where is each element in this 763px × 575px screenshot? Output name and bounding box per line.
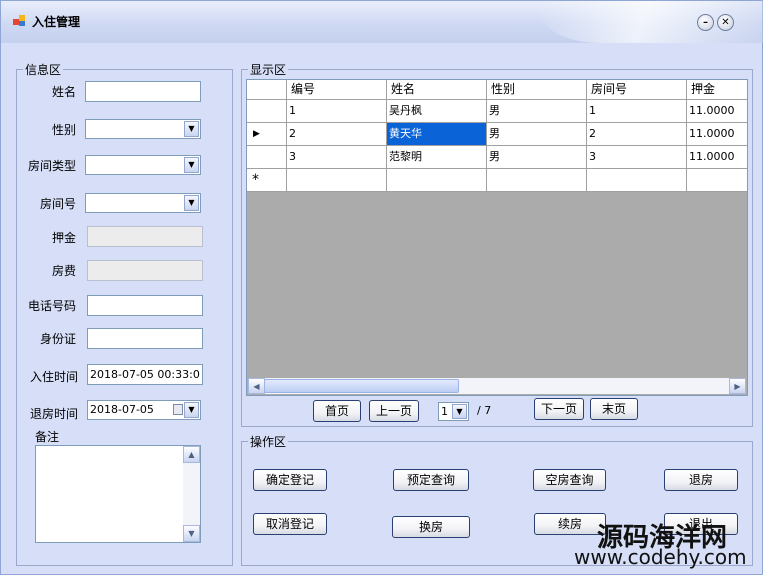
table-row[interactable]: 1 吴丹枫 男 1 11.0000 [247,100,747,123]
first-page-button[interactable]: 首页 [313,400,361,422]
id-card-input[interactable] [87,328,203,349]
checkin-time-label: 入住时间 [29,370,78,384]
checkout-time-label: 退房时间 [29,407,78,421]
cancel-checkin-button[interactable]: 取消登记 [253,513,327,535]
chevron-down-icon[interactable]: ▼ [184,195,199,211]
phone-input[interactable] [87,295,203,316]
checkin-management-window: 入住管理 – ✕ 信息区 姓名 性别 ▼ 房间类型 ▼ 房间号 ▼ 押金 房费 … [0,0,763,575]
room-fee-label: 房费 [51,264,76,278]
next-page-button[interactable]: 下一页 [534,398,584,420]
scroll-down-icon[interactable]: ▼ [183,525,200,542]
new-row[interactable]: * [247,169,747,192]
name-input[interactable] [85,81,201,102]
close-icon[interactable]: ✕ [717,14,734,31]
column-header-name[interactable]: 姓名 [387,80,487,100]
gender-select[interactable]: ▼ [85,119,201,139]
change-room-button[interactable]: 换房 [392,516,470,538]
confirm-checkin-button[interactable]: 确定登记 [253,469,327,491]
page-select-value: 1 [441,405,448,418]
table-row[interactable]: 3 范黎明 男 3 11.0000 [247,146,747,169]
grid-horizontal-scrollbar[interactable]: ◀ ▶ [248,378,746,394]
operations-area-legend: 操作区 [250,435,287,449]
cell-room-number[interactable]: 3 [587,146,687,169]
cell-id[interactable]: 2 [287,123,387,146]
info-area-legend: 信息区 [25,63,62,77]
phone-label: 电话号码 [27,299,76,313]
cell-id[interactable]: 1 [287,100,387,123]
checkout-date-picker[interactable]: 2018-07-05 ▼ [87,400,201,420]
cell-deposit[interactable]: 11.0000 [687,100,747,123]
cell-room-number[interactable]: 1 [587,100,687,123]
cell-gender[interactable]: 男 [487,100,587,123]
chevron-down-icon[interactable]: ▼ [184,402,199,418]
name-label: 姓名 [51,85,76,99]
app-icon [13,15,25,26]
cell-id[interactable]: 3 [287,146,387,169]
scroll-up-icon[interactable]: ▲ [183,446,200,463]
row-header[interactable] [247,146,287,169]
scroll-left-icon[interactable]: ◀ [248,378,265,394]
deposit-label: 押金 [51,231,76,245]
new-cell[interactable] [387,169,487,192]
room-number-label: 房间号 [39,197,76,211]
renew-room-button[interactable]: 续房 [534,513,606,535]
cell-deposit[interactable]: 11.0000 [687,123,747,146]
remark-label: 备注 [35,430,60,444]
cell-name[interactable]: 吴丹枫 [387,100,487,123]
room-type-label: 房间类型 [27,159,76,173]
title-bar[interactable]: 入住管理 – ✕ [1,1,763,43]
chevron-down-icon[interactable]: ▼ [184,157,199,173]
remark-scrollbar[interactable]: ▲ ▼ [183,446,200,542]
chevron-down-icon[interactable]: ▼ [452,404,467,419]
column-header-id[interactable]: 编号 [287,80,387,100]
room-fee-field [87,260,203,281]
column-header-room-number[interactable]: 房间号 [587,80,687,100]
last-page-button[interactable]: 末页 [590,398,638,420]
new-row-icon[interactable]: * [247,169,287,192]
new-cell[interactable] [687,169,747,192]
scroll-right-icon[interactable]: ▶ [729,378,746,394]
records-grid[interactable]: 编号 姓名 性别 房间号 押金 1 吴丹枫 男 1 11.0000 ▶ 2 黄天… [246,79,748,396]
cell-name[interactable]: 范黎明 [387,146,487,169]
prev-page-button[interactable]: 上一页 [369,400,419,422]
current-row-icon[interactable]: ▶ [247,123,287,146]
reservation-query-button[interactable]: 预定查询 [393,469,469,491]
checkout-date-value: 2018-07-05 [90,403,154,416]
room-number-select[interactable]: ▼ [85,193,201,213]
vacant-room-query-button[interactable]: 空房查询 [533,469,606,491]
new-cell[interactable] [287,169,387,192]
table-row[interactable]: ▶ 2 黄天华 男 2 11.0000 [247,123,747,146]
grid-corner-cell [247,80,287,100]
display-area-legend: 显示区 [250,63,287,77]
cell-gender[interactable]: 男 [487,123,587,146]
room-type-select[interactable]: ▼ [85,155,201,175]
new-cell[interactable] [487,169,587,192]
id-card-label: 身份证 [39,332,76,346]
cell-name-selected[interactable]: 黄天华 [387,123,487,146]
cell-deposit[interactable]: 11.0000 [687,146,747,169]
scrollbar-thumb[interactable] [264,379,459,393]
cell-gender[interactable]: 男 [487,146,587,169]
column-header-gender[interactable]: 性别 [487,80,587,100]
cell-room-number[interactable]: 2 [587,123,687,146]
deposit-field [87,226,203,247]
chevron-down-icon[interactable]: ▼ [184,121,199,137]
window-title: 入住管理 [32,15,81,29]
calendar-icon[interactable] [173,404,183,415]
new-cell[interactable] [587,169,687,192]
row-header[interactable] [247,100,287,123]
gender-label: 性别 [51,123,76,137]
minimize-icon[interactable]: – [697,14,714,31]
checkout-button[interactable]: 退房 [664,469,738,491]
column-header-deposit[interactable]: 押金 [687,80,747,100]
remark-textarea[interactable]: ▲ ▼ [35,445,201,543]
checkin-time-input[interactable]: 2018-07-05 00:33:0 [87,364,203,385]
watermark-url: www.codehy.com [574,545,747,569]
page-select[interactable]: 1 ▼ [438,402,469,421]
page-total: / 7 [477,404,492,417]
